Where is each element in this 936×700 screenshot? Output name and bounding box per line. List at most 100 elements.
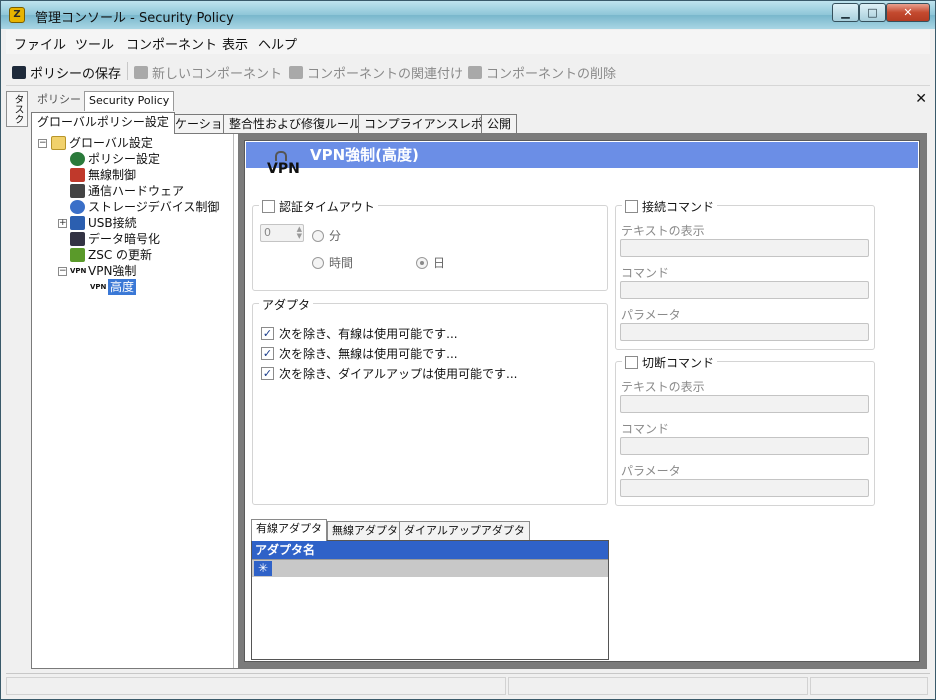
close-document-icon[interactable]: ✕ [915, 91, 927, 107]
connect-command-group: 接続コマンド テキストの表示 コマンド パラメータ [615, 198, 875, 350]
days-radio[interactable] [416, 256, 428, 269]
status-bar [6, 673, 930, 697]
tab-integrity-rules[interactable]: 整合性および修復ルール [223, 114, 368, 134]
new-component-icon [134, 66, 148, 79]
minimize-button[interactable]: ▁ [832, 3, 859, 22]
connect-command-text-label: コマンド [621, 266, 670, 280]
doc-tab-security-policy[interactable]: Security Policy [84, 91, 175, 111]
encryption-icon [70, 232, 85, 246]
auth-timeout-checkbox[interactable] [262, 200, 275, 213]
timeout-value: 0 [264, 226, 271, 239]
tree-node-storage-control[interactable]: ストレージデバイス制御 [70, 199, 219, 215]
dialup-label: 次を除き、ダイアルアップは使用可能です... [279, 367, 518, 381]
auth-timeout-group: 認証タイムアウト 0 ▲ ▼ 分 時間 日 [252, 198, 608, 291]
days-label: 日 [433, 256, 446, 270]
radio-minutes[interactable]: 分 [312, 227, 341, 244]
expand-usb-icon[interactable]: + [58, 219, 67, 228]
tab-wired-adapter[interactable]: 有線アダプタ [251, 519, 327, 541]
delete-component-button[interactable]: コンポーネントの削除 [468, 63, 616, 82]
connect-display-text-field[interactable] [620, 239, 869, 257]
connect-command-label: 接続コマンド [642, 200, 715, 214]
dialup-checkbox[interactable]: ✓ [261, 367, 274, 380]
wired-label: 次を除き、有線は使用可能です... [279, 327, 458, 341]
wireless-checkbox[interactable]: ✓ [261, 347, 274, 360]
minutes-radio[interactable] [312, 229, 324, 242]
menu-component[interactable]: コンポーネント [126, 34, 217, 53]
connect-command-header[interactable]: 接続コマンド [622, 198, 718, 215]
timeout-spinner[interactable]: 0 ▲ ▼ [260, 224, 304, 242]
hardware-icon [70, 184, 85, 198]
title-bar[interactable]: Z 管理コンソール - Security Policy ▁ □ ✕ [1, 1, 935, 29]
menu-tools[interactable]: ツール [75, 34, 114, 53]
menu-file[interactable]: ファイル [14, 34, 66, 53]
tree-node-advanced[interactable]: VPN 高度 [90, 279, 137, 295]
vpn-logo-icon: VPN [267, 151, 301, 185]
associate-component-button[interactable]: コンポーネントの関連付け [289, 63, 463, 82]
connect-command-field[interactable] [620, 281, 869, 299]
tree-node-wireless[interactable]: 無線制御 [70, 167, 136, 183]
window-title: 管理コンソール - Security Policy [35, 11, 234, 26]
globe-icon [70, 152, 85, 166]
disconnect-command-label: 切断コマンド [642, 356, 715, 370]
disconnect-command-field[interactable] [620, 437, 869, 455]
hours-radio[interactable] [312, 256, 324, 269]
spinner-arrows-icon[interactable]: ▲ ▼ [297, 226, 302, 240]
tree-label: ストレージデバイス制御 [88, 200, 220, 214]
collapse-root-icon[interactable]: − [38, 139, 47, 148]
disconnect-command-group: 切断コマンド テキストの表示 コマンド パラメータ [615, 354, 875, 506]
tab-publish[interactable]: 公開 [481, 114, 518, 134]
save-policy-button[interactable]: ポリシーの保存 [12, 63, 121, 82]
wireless-icon [70, 168, 85, 182]
disconnect-command-text-label: コマンド [621, 422, 670, 436]
tree-node-zsc-update[interactable]: ZSC の更新 [70, 247, 152, 263]
menu-help[interactable]: ヘルプ [258, 34, 297, 53]
grid-new-row[interactable]: ✳ [252, 559, 608, 577]
radio-hours[interactable]: 時間 [312, 254, 353, 271]
adapter-group-label: アダプタ [259, 296, 314, 313]
tree-label: ZSC の更新 [88, 248, 153, 262]
tree-label: データ暗号化 [88, 232, 161, 246]
tree-label: 無線制御 [88, 168, 137, 182]
wireless-label: 次を除き、無線は使用可能です... [279, 347, 458, 361]
tree-node-vpn[interactable]: VPN VPN強制 [70, 263, 136, 279]
tree-node-usb[interactable]: USB接続 [70, 215, 137, 231]
app-icon: Z [9, 7, 25, 23]
connect-command-checkbox[interactable] [625, 200, 638, 213]
toolbar-divider [127, 62, 128, 80]
tree-node-encryption[interactable]: データ暗号化 [70, 231, 160, 247]
doc-tab-policy[interactable]: ポリシー [33, 91, 85, 111]
grid-header-adapter-name[interactable]: アダプタ名 [252, 541, 608, 559]
disconnect-params-field[interactable] [620, 479, 869, 497]
auth-timeout-header[interactable]: 認証タイムアウト [259, 198, 378, 215]
task-side-tab[interactable]: タスク [6, 91, 28, 127]
toolbar: ポリシーの保存 新しいコンポーネント コンポーネントの関連付け コンポーネントの… [6, 56, 930, 86]
tab-wireless-adapter[interactable]: 無線アダプタ [327, 521, 403, 541]
disconnect-command-checkbox[interactable] [625, 356, 638, 369]
tab-dialup-adapter[interactable]: ダイアルアップアダプタ [399, 521, 530, 541]
radio-days[interactable]: 日 [416, 254, 445, 271]
tree-node-global-settings[interactable]: グローバル設定 [51, 135, 153, 151]
collapse-vpn-icon[interactable]: − [58, 267, 67, 276]
menu-view[interactable]: 表示 [222, 34, 248, 53]
tree-node-comm-hardware[interactable]: 通信ハードウェア [70, 183, 184, 199]
save-icon [12, 66, 26, 79]
status-panel-middle [508, 677, 808, 695]
close-button[interactable]: ✕ [886, 3, 930, 22]
associate-component-label: コンポーネントの関連付け [307, 67, 464, 82]
wired-checkbox[interactable]: ✓ [261, 327, 274, 340]
disconnect-command-header[interactable]: 切断コマンド [622, 354, 718, 371]
adapter-grid[interactable]: アダプタ名 ✳ [251, 540, 609, 660]
adapter-wired-option[interactable]: ✓ 次を除き、有線は使用可能です... [261, 325, 458, 342]
disconnect-display-text-field[interactable] [620, 395, 869, 413]
tree-label: VPN強制 [88, 264, 137, 278]
maximize-button[interactable]: □ [859, 3, 886, 22]
connect-params-field[interactable] [620, 323, 869, 341]
tree-label: ポリシー設定 [88, 152, 161, 166]
document-tabs: ポリシー Security Policy ✕ [31, 91, 927, 111]
content-area: VPN強制(高度) VPN 認証タイムアウト 0 ▲ ▼ 分 時間 日 アダプタ… [238, 134, 926, 668]
adapter-wireless-option[interactable]: ✓ 次を除き、無線は使用可能です... [261, 345, 458, 362]
new-component-button[interactable]: 新しいコンポーネント [134, 63, 282, 82]
tab-global-policy[interactable]: グローバルポリシー設定 [31, 112, 175, 134]
adapter-dialup-option[interactable]: ✓ 次を除き、ダイアルアップは使用可能です... [261, 365, 518, 382]
tree-node-policy-settings[interactable]: ポリシー設定 [70, 151, 160, 167]
